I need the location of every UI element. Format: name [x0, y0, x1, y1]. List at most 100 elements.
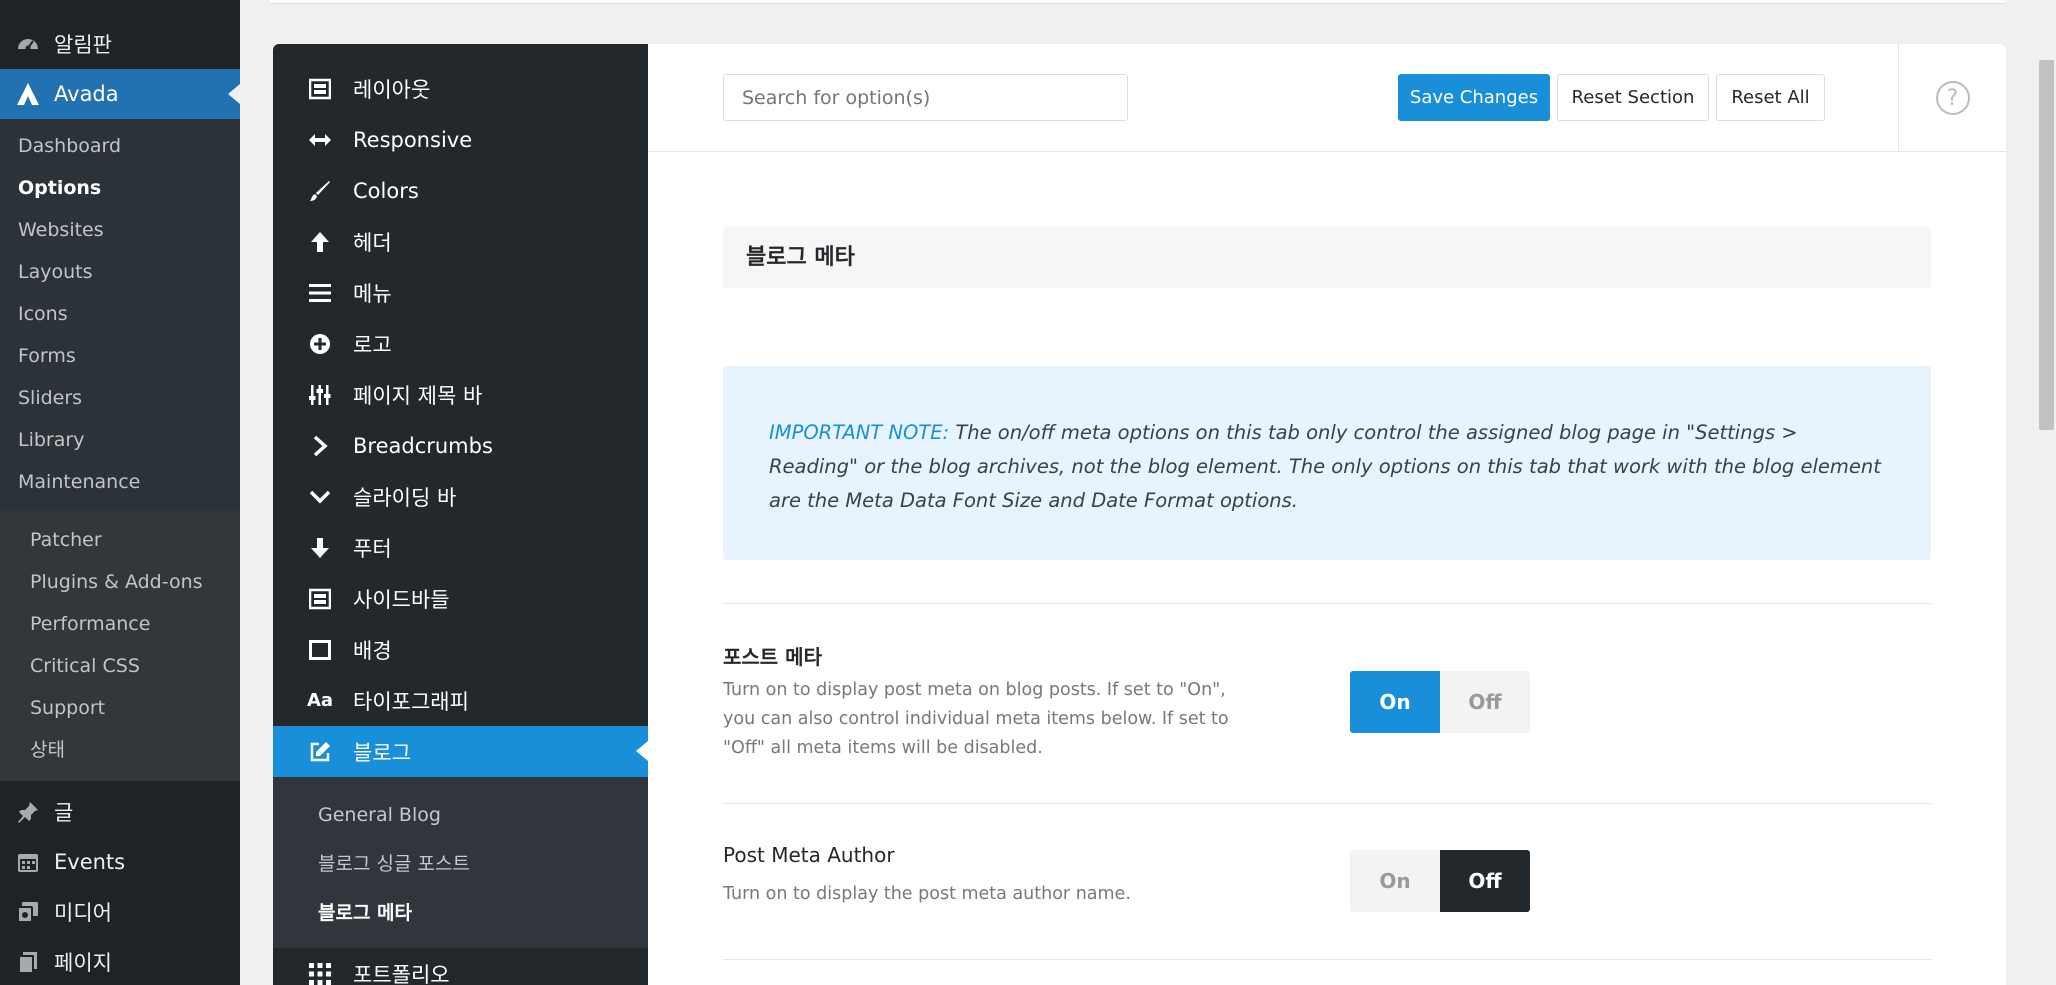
- maintenance-sub-support[interactable]: Support: [0, 687, 240, 729]
- wp-menu-label: 페이지: [54, 951, 112, 975]
- help-circle-icon[interactable]: ?: [1935, 81, 1970, 115]
- search-input[interactable]: [723, 74, 1128, 121]
- wp-menu-avada[interactable]: Avada: [0, 69, 240, 119]
- nav-item-blog[interactable]: 블로그: [273, 726, 648, 777]
- nav-item-sidebars[interactable]: 사이드바들: [273, 573, 648, 624]
- avada-submenu: Dashboard Options Websites Layouts Icons…: [0, 119, 240, 511]
- option-title-post-meta-author: Post Meta Author: [723, 843, 895, 867]
- nav-item-label: 헤더: [353, 230, 392, 255]
- blog-sub-general[interactable]: General Blog: [273, 791, 648, 840]
- arrows-horizontal-icon: [307, 127, 333, 153]
- nav-item-logo[interactable]: 로고: [273, 318, 648, 369]
- wp-menu-dashboard[interactable]: 알림판: [0, 19, 240, 69]
- avada-sub-library[interactable]: Library: [0, 419, 240, 461]
- scrollbar-thumb[interactable]: [2039, 60, 2054, 430]
- avada-logo-icon: [14, 80, 42, 108]
- nav-item-label: Colors: [353, 178, 419, 203]
- avada-sub-forms[interactable]: Forms: [0, 335, 240, 377]
- wp-menu-label: Avada: [54, 82, 119, 106]
- layout-icon: [307, 76, 333, 102]
- nav-item-label: 푸터: [353, 536, 392, 561]
- divider: [723, 803, 1931, 804]
- avada-sub-options[interactable]: Options: [0, 167, 240, 209]
- nav-item-label: 로고: [353, 332, 392, 357]
- wp-menu-pages[interactable]: 페이지: [0, 937, 240, 985]
- arrow-up-icon: [307, 229, 333, 255]
- nav-item-label: 블로그: [353, 740, 411, 765]
- chevron-right-icon: [307, 433, 333, 459]
- avada-sub-sliders[interactable]: Sliders: [0, 377, 240, 419]
- blog-submenu: General Blog 블로그 싱글 포스트 블로그 메타: [273, 777, 648, 948]
- avada-sub-maintenance[interactable]: Maintenance: [0, 461, 240, 503]
- nav-item-breadcrumbs[interactable]: Breadcrumbs: [273, 420, 648, 471]
- nav-item-header[interactable]: 헤더: [273, 216, 648, 267]
- nav-item-background[interactable]: 배경: [273, 624, 648, 675]
- maintenance-sub-critical-css[interactable]: Critical CSS: [0, 645, 240, 687]
- nav-item-label: 메뉴: [353, 281, 392, 306]
- nav-item-sliding-bar[interactable]: 슬라이딩 바: [273, 471, 648, 522]
- nav-item-portfolio[interactable]: 포트폴리오: [273, 948, 648, 985]
- blog-sub-single-post[interactable]: 블로그 싱글 포스트: [273, 840, 648, 889]
- avada-sub-layouts[interactable]: Layouts: [0, 251, 240, 293]
- option-title-post-meta: 포스트 메타: [723, 645, 822, 669]
- post-meta-author-on-button[interactable]: On: [1350, 850, 1440, 912]
- media-icon: [14, 898, 42, 926]
- wp-menu-posts[interactable]: 글: [0, 787, 240, 837]
- blog-sub-meta[interactable]: 블로그 메타: [273, 889, 648, 938]
- maintenance-submenu: Patcher Plugins & Add-ons Performance Cr…: [0, 511, 240, 781]
- options-panel: 레이아웃 Responsive Colors 헤더 메뉴 로고 페이지 제목 바…: [273, 44, 2006, 985]
- reset-all-button[interactable]: Reset All: [1716, 74, 1825, 121]
- page-scrollbar[interactable]: [2037, 0, 2056, 985]
- nav-item-layout[interactable]: 레이아웃: [273, 63, 648, 114]
- maintenance-sub-plugins[interactable]: Plugins & Add-ons: [0, 561, 240, 603]
- wp-admin-sidebar: 알림판 Avada Dashboard Options Websites Lay…: [0, 0, 240, 985]
- plus-circle-icon: [307, 331, 333, 357]
- post-meta-on-button[interactable]: On: [1350, 671, 1440, 733]
- avada-sub-icons[interactable]: Icons: [0, 293, 240, 335]
- nav-item-footer[interactable]: 푸터: [273, 522, 648, 573]
- nav-item-menu[interactable]: 메뉴: [273, 267, 648, 318]
- nav-item-label: 레이아웃: [353, 77, 431, 102]
- maintenance-sub-patcher[interactable]: Patcher: [0, 519, 240, 561]
- sidebar-icon: [307, 586, 333, 612]
- menu-lines-icon: [307, 280, 333, 306]
- nav-item-label: Breadcrumbs: [353, 433, 493, 458]
- post-meta-off-button[interactable]: Off: [1440, 671, 1530, 733]
- nav-item-colors[interactable]: Colors: [273, 165, 648, 216]
- maintenance-sub-performance[interactable]: Performance: [0, 603, 240, 645]
- sliders-icon: [307, 382, 333, 408]
- reset-section-button[interactable]: Reset Section: [1557, 74, 1709, 121]
- dashboard-gauge-icon: [14, 30, 42, 58]
- grid-icon: [307, 961, 333, 985]
- help-area: ?: [1898, 44, 2006, 152]
- wp-menu-media[interactable]: 미디어: [0, 887, 240, 937]
- chevron-down-icon: [307, 484, 333, 510]
- post-meta-author-toggle: On Off: [1350, 850, 1530, 912]
- post-meta-author-off-button[interactable]: Off: [1440, 850, 1530, 912]
- divider: [723, 603, 1931, 604]
- wp-menu-events[interactable]: Events: [0, 837, 240, 887]
- note-label: IMPORTANT NOTE:: [769, 421, 950, 444]
- nav-item-label: 페이지 제목 바: [353, 383, 483, 408]
- maintenance-sub-status[interactable]: 상태: [0, 729, 240, 771]
- avada-sub-websites[interactable]: Websites: [0, 209, 240, 251]
- section-title: 블로그 메타: [723, 227, 1931, 288]
- options-header: Save Changes Reset Section Reset All ?: [648, 44, 2006, 152]
- avada-sub-dashboard[interactable]: Dashboard: [0, 125, 240, 167]
- edit-icon: [307, 739, 333, 765]
- top-strip: [270, 0, 2005, 4]
- nav-item-typography[interactable]: Aa 타이포그래피: [273, 675, 648, 726]
- nav-item-label: 포트폴리오: [353, 962, 450, 985]
- wp-menu-label: 글: [54, 801, 74, 825]
- option-desc-post-meta: Turn on to display post meta on blog pos…: [723, 680, 1229, 758]
- typography-icon: Aa: [306, 690, 334, 711]
- pushpin-icon: [14, 798, 42, 826]
- options-nav: 레이아웃 Responsive Colors 헤더 메뉴 로고 페이지 제목 바…: [273, 44, 648, 985]
- arrow-down-icon: [307, 535, 333, 561]
- calendar-icon: [14, 848, 42, 876]
- nav-item-responsive[interactable]: Responsive: [273, 114, 648, 165]
- important-note: IMPORTANT NOTE: The on/off meta options …: [723, 366, 1931, 560]
- save-changes-button[interactable]: Save Changes: [1398, 74, 1550, 121]
- paintbrush-icon: [307, 178, 333, 204]
- nav-item-page-title-bar[interactable]: 페이지 제목 바: [273, 369, 648, 420]
